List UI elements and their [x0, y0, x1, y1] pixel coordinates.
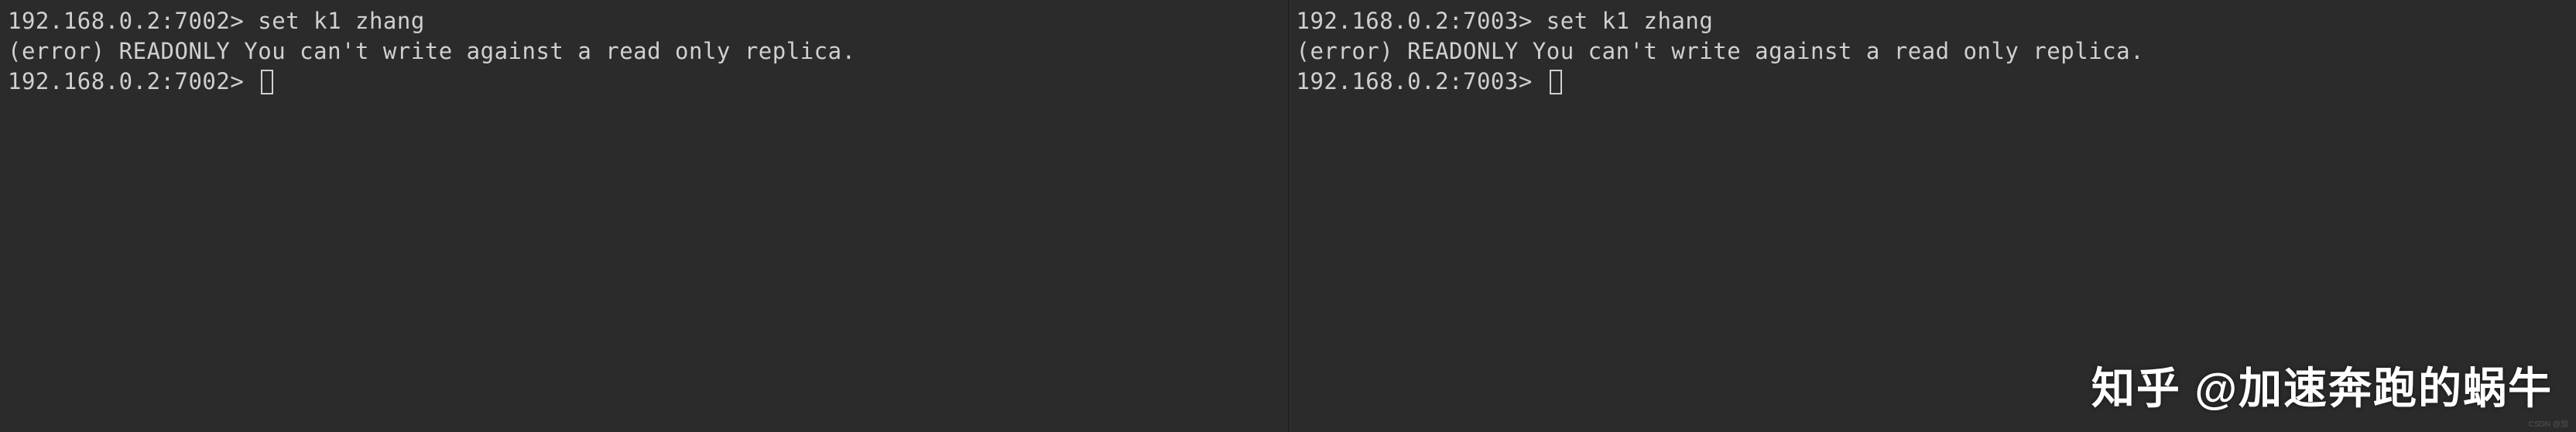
cursor-icon — [261, 70, 273, 94]
tiny-watermark: CSDN @加 — [2529, 417, 2568, 429]
terminal-line: 192.168.0.2:7002> set k1 zhang — [8, 6, 1280, 36]
terminal-line: 192.168.0.2:7003> — [1297, 67, 2569, 97]
prompt: 192.168.0.2:7002> — [8, 68, 244, 94]
terminal-error-line: (error) READONLY You can't write against… — [8, 36, 1280, 67]
watermark-text: 知乎 @加速奔跑的蜗牛 — [2091, 354, 2553, 417]
prompt: 192.168.0.2:7003> — [1297, 68, 1533, 94]
terminal-left[interactable]: 192.168.0.2:7002> set k1 zhang (error) R… — [0, 0, 1289, 432]
terminal-line: 192.168.0.2:7003> set k1 zhang — [1297, 6, 2569, 36]
prompt: 192.168.0.2:7002> — [8, 8, 244, 34]
command-text: set k1 zhang — [258, 8, 425, 34]
cursor-icon — [1550, 70, 1562, 94]
terminal-error-line: (error) READONLY You can't write against… — [1297, 36, 2569, 67]
terminal-line: 192.168.0.2:7002> — [8, 67, 1280, 97]
command-text: set k1 zhang — [1547, 8, 1714, 34]
prompt: 192.168.0.2:7003> — [1297, 8, 1533, 34]
